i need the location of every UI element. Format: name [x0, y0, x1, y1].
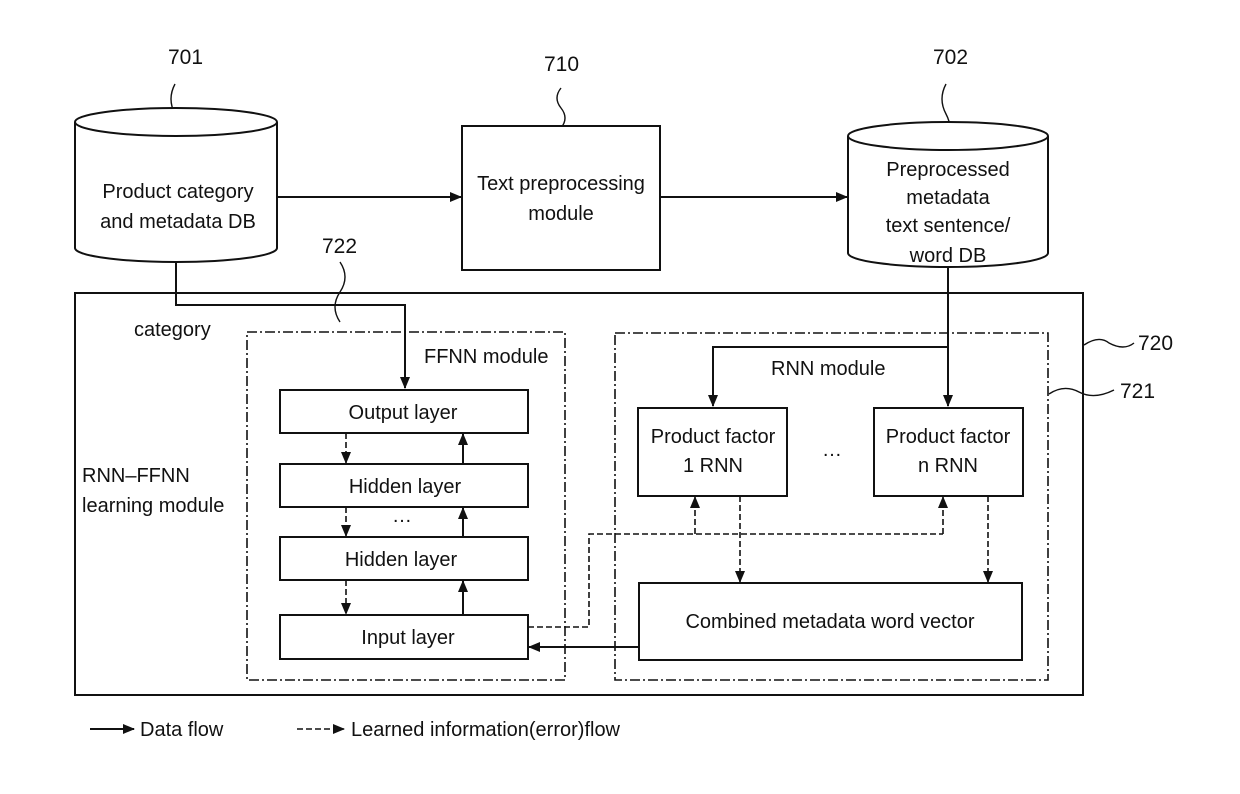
- preproc-line2: module: [528, 203, 594, 225]
- product-factor-n-rnn: [873, 407, 1024, 497]
- factor1-line1: Product factor: [651, 426, 776, 448]
- legend-learned-flow: Learned information(error)flow: [351, 719, 621, 741]
- db-preproc-line1: Preprocessed: [886, 159, 1009, 181]
- leader-720: [1083, 338, 1135, 348]
- factorn-line1: Product factor: [886, 426, 1011, 448]
- factor1-line2: 1 RNN: [683, 455, 743, 477]
- legend: Data flow Learned information(error)flow: [90, 719, 621, 741]
- hidden-layer-1-label: Hidden layer: [349, 476, 462, 498]
- preprocessed-metadata-db: Preprocessed metadata text sentence/ wor…: [847, 121, 1049, 268]
- output-layer-label: Output layer: [349, 402, 458, 424]
- learning-label-line2: learning module: [82, 495, 224, 517]
- ref-701: 701: [168, 46, 203, 69]
- leader-721: [1048, 387, 1115, 397]
- ref-721: 721: [1120, 380, 1155, 403]
- ffnn-title: FFNN module: [424, 346, 548, 368]
- db-preproc-line3: text sentence/: [886, 215, 1011, 237]
- category-label: category: [134, 319, 211, 341]
- legend-data-flow: Data flow: [140, 719, 224, 741]
- db-preproc-line2: metadata: [906, 187, 990, 209]
- ref-720: 720: [1138, 332, 1173, 355]
- product-factor-1-rnn: [637, 407, 788, 497]
- text-preprocessing-module: Text preprocessing module: [461, 125, 661, 271]
- leader-710: [556, 87, 566, 129]
- db-preproc-line4: word DB: [909, 245, 987, 267]
- rnn-ellipsis: …: [822, 439, 842, 461]
- db-source-line2: and metadata DB: [100, 211, 256, 233]
- ffnn-ellipsis: …: [392, 505, 412, 527]
- ffnn-layers: Output layer Hidden layer … Hidden layer…: [279, 389, 529, 660]
- factorn-line2: n RNN: [918, 455, 978, 477]
- patent-diagram: 701 710 702 720 721 722 Product category…: [74, 46, 1173, 741]
- preproc-line1: Text preprocessing: [477, 173, 645, 195]
- input-layer-label: Input layer: [361, 627, 455, 649]
- learning-label-line1: RNN–FFNN: [82, 465, 190, 487]
- rnn-title: RNN module: [771, 358, 885, 380]
- db-source-line1: Product category: [102, 181, 253, 203]
- hidden-layer-2-label: Hidden layer: [345, 549, 458, 571]
- ref-702: 702: [933, 46, 968, 69]
- ref-710: 710: [544, 53, 579, 76]
- combined-label: Combined metadata word vector: [685, 611, 974, 633]
- ref-722: 722: [322, 235, 357, 258]
- product-category-db: Product category and metadata DB: [74, 107, 278, 263]
